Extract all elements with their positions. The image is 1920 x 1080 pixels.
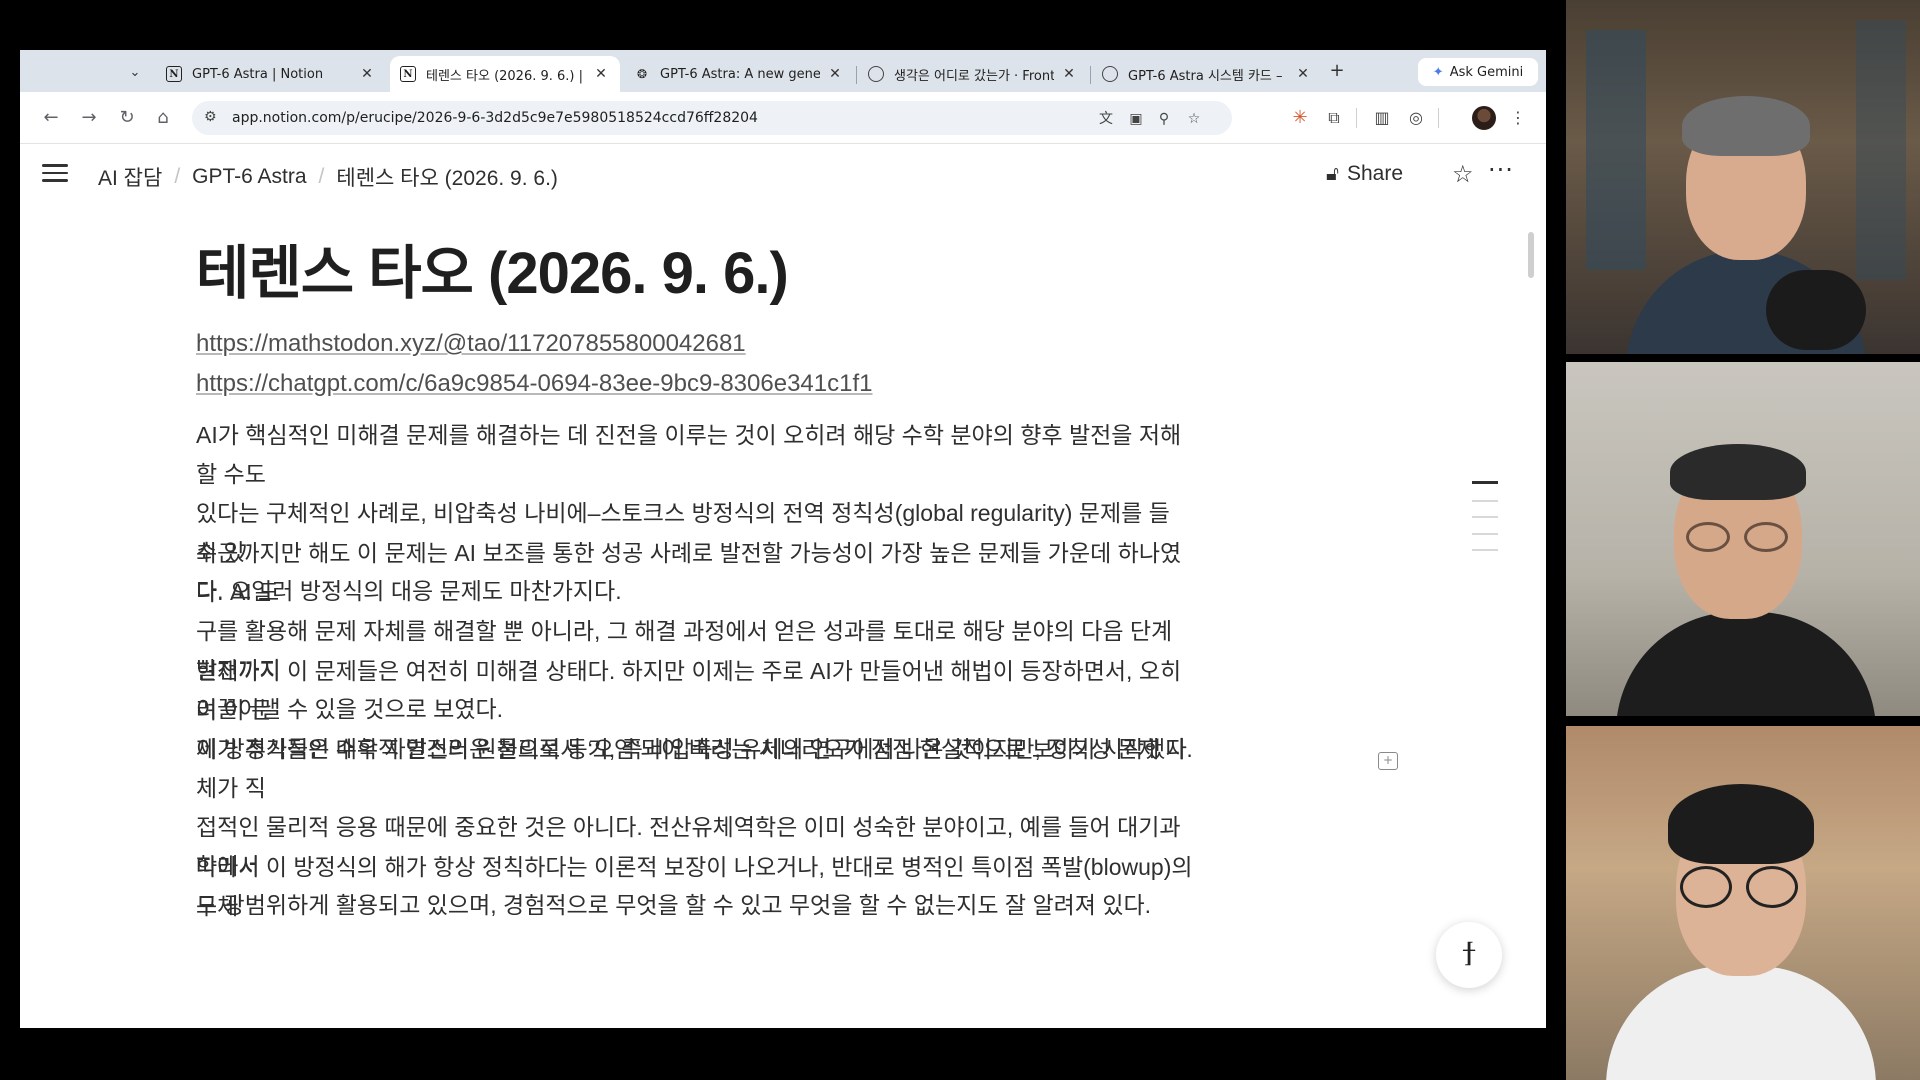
participant-video-2	[1566, 362, 1920, 716]
back-arrow-icon[interactable]: ←	[38, 105, 64, 131]
more-options-icon[interactable]: ···	[1488, 156, 1514, 184]
participant-video-1	[1566, 0, 1920, 354]
tab-openai[interactable]: ❂ GPT-6 Astra: A new gene ✕	[624, 56, 854, 92]
globe-icon	[868, 66, 884, 82]
bookmark-star-icon[interactable]: ☆	[1184, 109, 1204, 129]
chatgpt-link[interactable]: https://chatgpt.com/c/6a9c9854-0694-83ee…	[196, 370, 872, 398]
ask-gemini-button[interactable]: ✦ Ask Gemini	[1418, 58, 1538, 86]
notion-icon: N	[400, 66, 416, 82]
address-bar[interactable]: ⚙ app.notion.com/p/erucipe/2026-9-6-3d2d…	[192, 101, 1232, 135]
close-icon[interactable]: ✕	[592, 66, 610, 82]
paragraph-line: 최근까지만 해도 이 문제는 AI 보조를 통한 성공 사례로 발전할 가능성이…	[196, 540, 1182, 605]
site-settings-icon[interactable]: ⚙	[204, 109, 217, 125]
tab-strip: ⌄ N GPT-6 Astra | Notion ✕ N 테렌스 타오 (202…	[20, 50, 1546, 92]
reload-icon[interactable]: ↻	[114, 105, 140, 131]
breadcrumb-separator: /	[318, 165, 325, 188]
globe-icon	[1102, 66, 1118, 82]
url-text[interactable]: app.notion.com/p/erucipe/2026-9-6-3d2d5c…	[232, 110, 758, 126]
tab-divider	[1090, 66, 1091, 84]
paragraph-line: 현재까지 이 문제들은 여전히 미해결 상태다. 하지만 이제는 주로 AI가 …	[196, 658, 1182, 723]
home-icon[interactable]: ⌂	[150, 105, 176, 131]
claude-extension-icon[interactable]: ✳	[1288, 106, 1312, 130]
share-button[interactable]: 🔓︎ Share	[1326, 162, 1403, 186]
tab-system-card[interactable]: GPT-6 Astra 시스템 카드 – ✕	[1092, 56, 1322, 92]
tab-tao-active[interactable]: N 테렌스 타오 (2026. 9. 6.) | ✕	[390, 56, 620, 92]
scrollbar-thumb[interactable]	[1528, 232, 1534, 278]
reading-mode-icon[interactable]: ▥	[1370, 106, 1394, 130]
notion-page: AI 잡담 / GPT-6 Astra / 테렌스 타오 (2026. 9. 6…	[20, 144, 1546, 1028]
chevron-down-icon: ⌄	[129, 64, 141, 80]
new-tab-button[interactable]: +	[1325, 59, 1349, 83]
paragraph[interactable]: 따라서 이 방정식의 해가 항상 정칙하다는 이론적 보장이 나오거나, 반대로…	[196, 848, 1196, 926]
tab-divider	[856, 66, 857, 84]
screenshot-icon[interactable]: ◎	[1404, 106, 1428, 130]
cast-icon[interactable]: ▣	[1126, 109, 1146, 129]
kebab-menu-icon[interactable]: ⋮	[1506, 106, 1530, 130]
close-icon[interactable]: ✕	[358, 66, 376, 82]
tab-label: GPT-6 Astra: A new gene	[660, 66, 820, 82]
breadcrumb-item[interactable]: 테렌스 타오 (2026. 9. 6.)	[336, 162, 558, 192]
notion-ai-button[interactable]: ϯ	[1436, 922, 1502, 988]
zoom-icon[interactable]: ⚲	[1154, 109, 1174, 129]
translate-icon[interactable]: 文	[1096, 109, 1116, 129]
openai-icon: ❂	[636, 67, 648, 81]
participant-video-3	[1566, 726, 1920, 1080]
browser-window: ⌄ N GPT-6 Astra | Notion ✕ N 테렌스 타오 (202…	[20, 50, 1546, 1028]
breadcrumb-item[interactable]: AI 잡담	[98, 162, 162, 192]
breadcrumb-separator: /	[174, 165, 181, 188]
toolbar-divider	[1356, 108, 1357, 128]
breadcrumb: AI 잡담 / GPT-6 Astra / 테렌스 타오 (2026. 9. 6…	[98, 162, 558, 192]
tab-label: GPT-6 Astra 시스템 카드 –	[1128, 68, 1283, 84]
breadcrumb-item[interactable]: GPT-6 Astra	[192, 165, 306, 189]
gemini-sparkle-icon: ✦	[1432, 64, 1444, 80]
share-label: Share	[1346, 162, 1404, 185]
sidebar-menu-icon[interactable]	[42, 160, 68, 186]
page-title[interactable]: 테렌스 타오 (2026. 9. 6.)	[196, 226, 789, 310]
paragraph-line: AI가 핵심적인 미해결 문제를 해결하는 데 진전을 이루는 것이 오히려 해…	[196, 422, 1182, 487]
tab-gpt6-notion[interactable]: N GPT-6 Astra | Notion ✕	[156, 56, 386, 92]
close-icon[interactable]: ✕	[1294, 66, 1312, 82]
extensions-puzzle-icon[interactable]: ⧉	[1322, 106, 1346, 130]
tab-label: GPT-6 Astra | Notion	[192, 66, 324, 82]
mastodon-link[interactable]: https://mathstodon.xyz/@tao/117207855800…	[196, 330, 746, 358]
tab-front[interactable]: 생각은 어디로 갔는가 · Front ✕	[858, 56, 1088, 92]
forward-arrow-icon[interactable]: →	[76, 105, 102, 131]
close-icon[interactable]: ✕	[826, 66, 844, 82]
paragraph-line: 따라서 이 방정식의 해가 항상 정칙하다는 이론적 보장이 나오거나, 반대로…	[196, 854, 1193, 919]
notion-icon: N	[166, 66, 182, 82]
tab-label: 생각은 어디로 갔는가 · Front	[894, 68, 1054, 84]
favorite-star-icon[interactable]: ☆	[1452, 160, 1474, 188]
lock-icon: 🔓︎	[1326, 162, 1339, 185]
paragraph-line: 이 방정식들은 매우 자연스러운 물리적 동기, 즉 비압축성 유체의 연구에서…	[196, 736, 1187, 801]
tab-search-dropdown[interactable]: ⌄	[120, 58, 150, 86]
toolbar-divider	[1438, 108, 1439, 128]
tab-label: 테렌스 타오 (2026. 9. 6.) |	[426, 68, 584, 84]
close-icon[interactable]: ✕	[1060, 66, 1078, 82]
gemini-label: Ask Gemini	[1449, 64, 1524, 80]
add-comment-icon[interactable]: +	[1378, 752, 1398, 770]
browser-toolbar: ← → ↻ ⌂ ⚙ app.notion.com/p/erucipe/2026-…	[20, 92, 1546, 144]
profile-avatar[interactable]	[1472, 106, 1496, 130]
